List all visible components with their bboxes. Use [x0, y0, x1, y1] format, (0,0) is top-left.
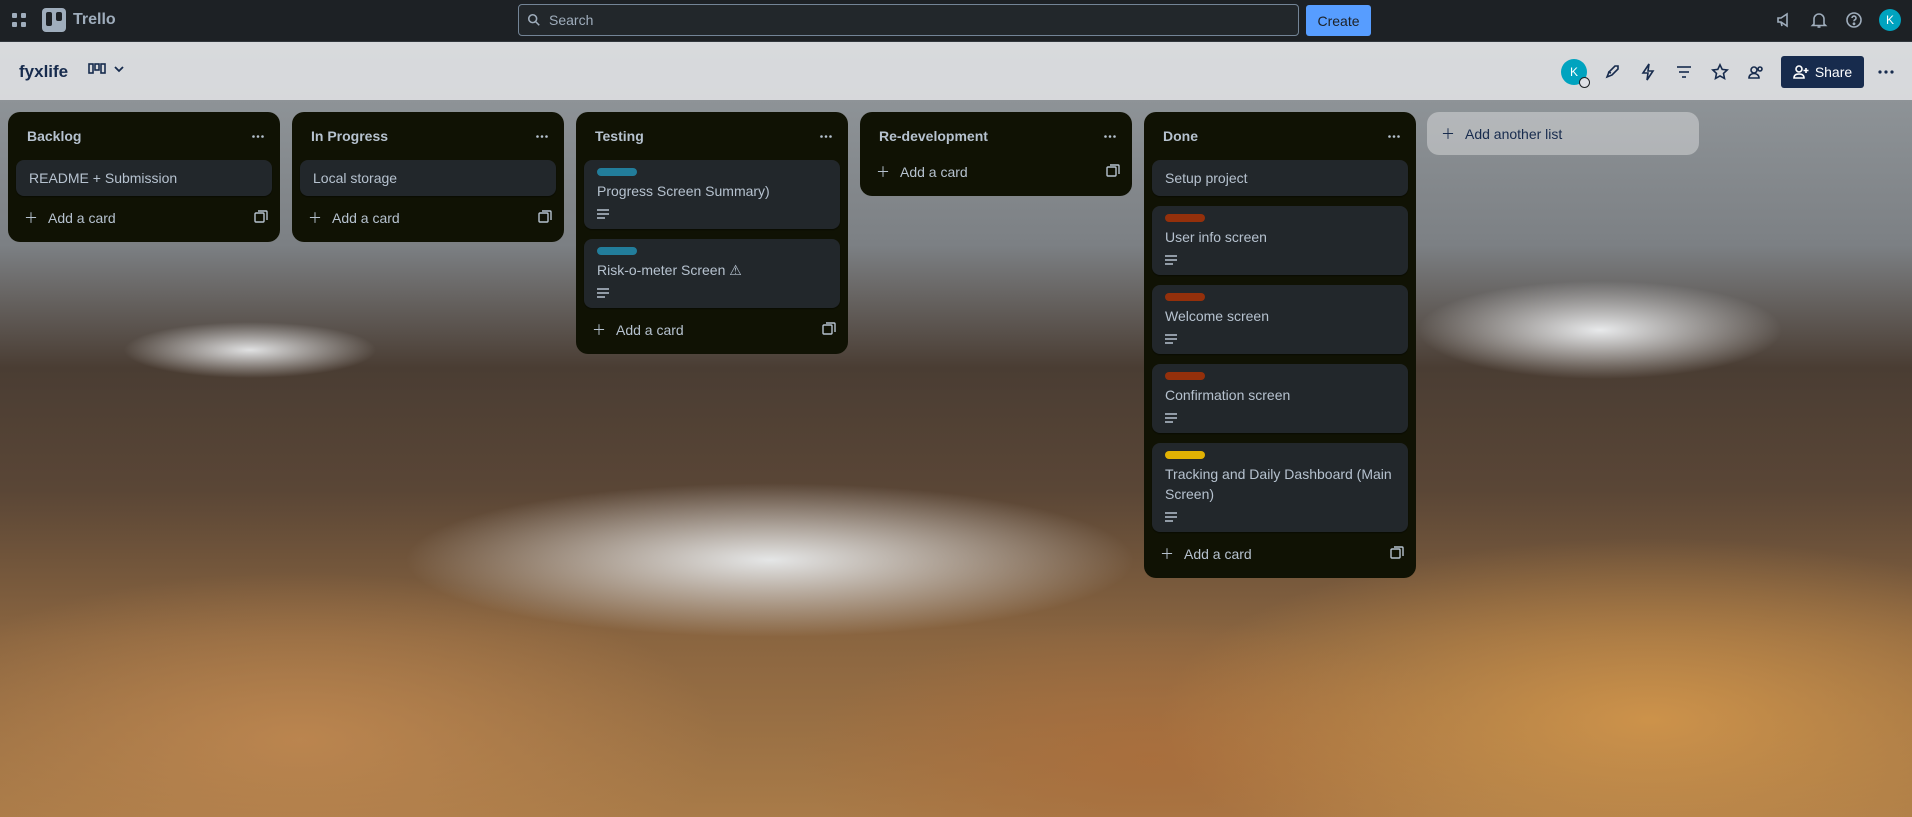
card-label-teal[interactable] [597, 168, 637, 176]
add-card-button[interactable]: ＋ Add a card [292, 198, 564, 238]
search-icon [527, 13, 540, 26]
filter-icon[interactable] [1672, 60, 1696, 84]
description-icon [1165, 510, 1181, 524]
help-icon[interactable] [1844, 10, 1864, 30]
list-menu-dots-icon[interactable] [1386, 128, 1402, 144]
description-icon [1165, 332, 1181, 346]
workspace-visibility-icon[interactable] [1744, 60, 1768, 84]
trello-logo[interactable]: Trello [42, 8, 116, 32]
board-header: fyxlife [0, 42, 1912, 100]
plus-icon: ＋ [592, 322, 606, 338]
list-title[interactable]: Testing [595, 128, 644, 144]
admin-badge-icon [1579, 77, 1590, 88]
board-member-avatar[interactable]: K [1561, 59, 1590, 88]
card-label-teal[interactable] [597, 247, 637, 255]
app-switcher-icon[interactable] [9, 10, 29, 30]
list-testing[interactable]: Testing Progress Screen Summary) Risk-o-… [576, 112, 848, 354]
list-menu-dots-icon[interactable] [250, 128, 266, 144]
card[interactable]: Setup project [1152, 160, 1408, 196]
card-title: Setup project [1165, 170, 1248, 186]
card-title: Progress Screen Summary) [597, 183, 770, 199]
list-menu-dots-icon[interactable] [534, 128, 550, 144]
board-member-initial: K [1569, 65, 1578, 79]
add-card-button[interactable]: ＋ Add a card [1144, 534, 1416, 574]
plus-icon: ＋ [876, 164, 890, 180]
board-menu-dots-icon[interactable] [1874, 60, 1898, 84]
card-title: User info screen [1165, 229, 1267, 245]
add-list-label: Add another list [1465, 125, 1563, 142]
card[interactable]: Risk-o-meter Screen ⚠ [584, 239, 840, 308]
add-card-label: Add a card [616, 322, 684, 338]
card[interactable]: Tracking and Daily Dashboard (Main Scree… [1152, 443, 1408, 532]
share-button[interactable]: Share [1781, 56, 1864, 88]
plus-icon: ＋ [24, 210, 38, 226]
list-backlog[interactable]: Backlog README + Submission ＋ Add a card [8, 112, 280, 242]
megaphone-icon[interactable] [1774, 10, 1794, 30]
list-done[interactable]: Done Setup project User info screen Welc… [1144, 112, 1416, 578]
card-label-yellow[interactable] [1165, 451, 1205, 459]
card[interactable]: User info screen [1152, 206, 1408, 275]
create-from-template-icon[interactable] [822, 321, 836, 339]
card-label-brown[interactable] [1165, 372, 1205, 380]
board-view-icon [88, 63, 106, 74]
create-from-template-icon[interactable] [254, 209, 268, 227]
top-nav: Trello Create K [0, 0, 1912, 42]
add-another-list-button[interactable]: ＋ Add another list [1427, 112, 1699, 155]
add-card-button[interactable]: ＋ Add a card [576, 310, 848, 350]
create-from-template-icon[interactable] [538, 209, 552, 227]
card[interactable]: Welcome screen [1152, 285, 1408, 354]
list-in-progress[interactable]: In Progress Local storage ＋ Add a card [292, 112, 564, 242]
notifications-bell-icon[interactable] [1809, 10, 1829, 30]
card-title: Local storage [313, 170, 398, 186]
power-ups-rocket-icon[interactable] [1600, 60, 1624, 84]
plus-icon: ＋ [1160, 546, 1174, 562]
star-icon[interactable] [1708, 60, 1732, 84]
description-icon [597, 207, 613, 221]
plus-icon: ＋ [1441, 125, 1455, 142]
list-title[interactable]: Backlog [27, 128, 81, 144]
add-card-label: Add a card [900, 164, 968, 180]
list-title[interactable]: In Progress [311, 128, 388, 144]
card[interactable]: Local storage [300, 160, 556, 196]
description-icon [1165, 253, 1181, 267]
card-title: Confirmation screen [1165, 387, 1291, 403]
add-card-button[interactable]: ＋ Add a card [8, 198, 280, 238]
create-from-template-icon[interactable] [1390, 545, 1404, 563]
trello-logo-icon [42, 8, 66, 32]
account-avatar[interactable]: K [1879, 9, 1901, 31]
board-view-switcher[interactable] [88, 62, 126, 76]
chevron-down-icon [114, 66, 124, 73]
plus-icon: ＋ [308, 210, 322, 226]
create-button[interactable]: Create [1306, 5, 1371, 36]
list-title[interactable]: Re-development [879, 128, 988, 144]
list-title[interactable]: Done [1163, 128, 1198, 144]
share-label: Share [1814, 64, 1853, 80]
add-card-label: Add a card [48, 210, 116, 226]
list-re-development[interactable]: Re-development ＋ Add a card [860, 112, 1132, 196]
list-menu-dots-icon[interactable] [1102, 128, 1118, 144]
card-label-brown[interactable] [1165, 214, 1205, 222]
description-icon [597, 286, 613, 300]
add-card-label: Add a card [332, 210, 400, 226]
automation-bolt-icon[interactable] [1636, 60, 1660, 84]
app-name: Trello [73, 11, 116, 28]
card[interactable]: README + Submission [16, 160, 272, 196]
list-menu-dots-icon[interactable] [818, 128, 834, 144]
card-title: Risk-o-meter Screen ⚠ [597, 262, 742, 278]
add-card-label: Add a card [1184, 546, 1252, 562]
card[interactable]: Progress Screen Summary) [584, 160, 840, 229]
search-input[interactable] [549, 12, 1249, 28]
card-title: README + Submission [29, 170, 178, 186]
card-title: Tracking and Daily Dashboard (Main Scree… [1165, 466, 1392, 502]
card-label-brown[interactable] [1165, 293, 1205, 301]
search-box[interactable] [518, 4, 1299, 36]
card-title: Welcome screen [1165, 308, 1270, 324]
add-member-icon [1793, 65, 1809, 79]
create-from-template-icon[interactable] [1106, 163, 1120, 181]
description-icon [1165, 411, 1181, 425]
card[interactable]: Confirmation screen [1152, 364, 1408, 433]
board-title[interactable]: fyxlife [19, 62, 68, 82]
add-card-button[interactable]: ＋ Add a card [860, 152, 1132, 192]
